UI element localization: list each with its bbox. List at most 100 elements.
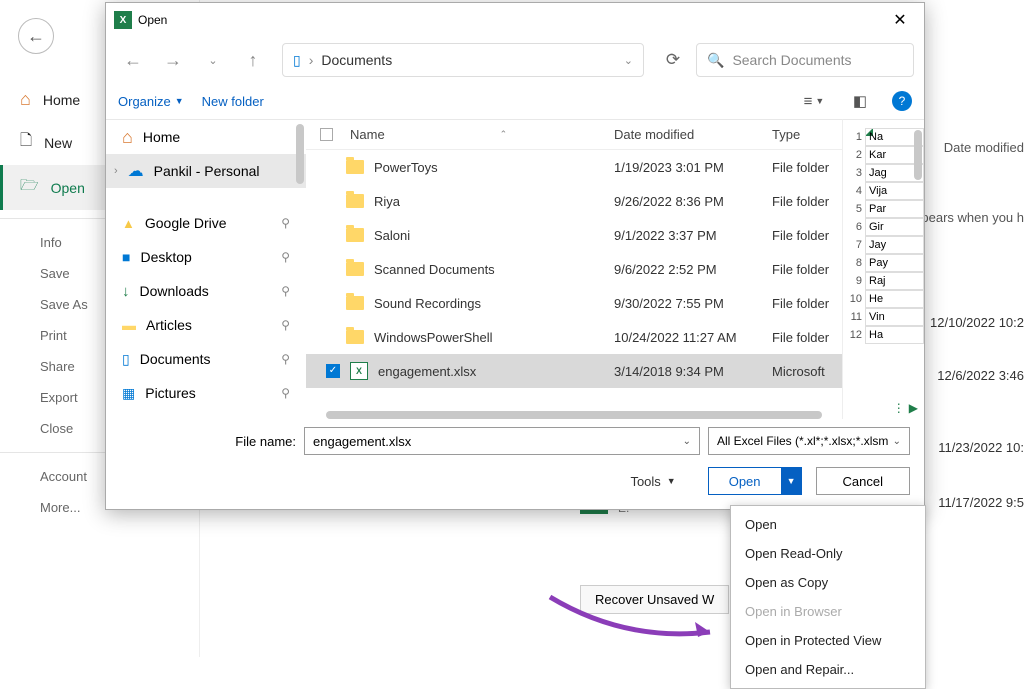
nav-history-button[interactable]: ⌄ (196, 43, 230, 77)
help-button[interactable]: ? (892, 91, 912, 111)
dialog-close-button[interactable]: ✕ (884, 6, 916, 34)
column-name[interactable]: Name⌃ (346, 127, 614, 142)
menu-open-protected[interactable]: Open in Protected View (731, 626, 925, 655)
filename-label: File name: (120, 434, 296, 449)
preview-row: 1Na (847, 128, 924, 146)
menu-open[interactable]: Open (731, 510, 925, 539)
preview-pane: 1Na2Kar3Jag4Vija5Par6Gir7Jay8Pay9Raj10He… (842, 119, 924, 419)
column-type[interactable]: Type (772, 127, 842, 142)
place-downloads[interactable]: Downloads⚲ (106, 274, 306, 308)
filename-dropdown-icon[interactable]: ⌄ (683, 436, 691, 447)
folder-icon (346, 330, 364, 344)
column-date[interactable]: Date modified (614, 127, 772, 142)
search-placeholder: Search Documents (732, 52, 851, 68)
back-button[interactable]: ← (18, 18, 54, 54)
home-icon (20, 89, 31, 110)
filetype-filter[interactable]: All Excel Files (*.xl*;*.xlsx;*.xlsm;⌄ (708, 427, 910, 455)
organize-button[interactable]: Organize ▼ (118, 94, 184, 109)
preview-row: 2Kar (847, 146, 924, 164)
recent-date-1: 12/6/2022 3:46 (937, 368, 1024, 383)
cloud-icon (128, 161, 144, 181)
place-documents[interactable]: Documents⚲ (106, 342, 306, 376)
open-dropdown-menu: OpenOpen Read-OnlyOpen as CopyOpen in Br… (730, 505, 926, 689)
pin-icon[interactable]: ⚲ (281, 386, 290, 400)
preview-row: 11Vin (847, 308, 924, 326)
new-folder-button[interactable]: New folder (202, 94, 264, 109)
place-home[interactable]: Home (106, 120, 306, 154)
pin-icon[interactable]: ⚲ (281, 284, 290, 298)
xlsx-icon (350, 362, 368, 380)
search-icon: 🔍 (707, 52, 724, 69)
dl-icon (122, 283, 130, 300)
recent-date-2: 11/23/2022 10: (938, 440, 1024, 455)
file-row[interactable]: Riya9/26/2022 8:36 PMFile folder (306, 184, 842, 218)
hint-text: pears when you h (921, 210, 1024, 225)
search-input[interactable]: 🔍 Search Documents (696, 43, 914, 77)
dialog-bottom: File name: engagement.xlsx⌄ All Excel Fi… (106, 419, 924, 509)
file-list-header: Name⌃ Date modified Type (306, 120, 842, 150)
nav-forward-button[interactable]: → (156, 43, 190, 77)
place-pictures[interactable]: Pictures⚲ (106, 376, 306, 410)
filename-input[interactable]: engagement.xlsx⌄ (304, 427, 700, 455)
refresh-button[interactable]: ⟳ (656, 50, 690, 70)
dialog-titlebar: X Open ✕ (106, 3, 924, 37)
file-row[interactable]: Saloni9/1/2022 3:37 PMFile folder (306, 218, 842, 252)
place-onedrive[interactable]: ›Pankil - Personal (106, 154, 306, 188)
nav-up-button[interactable]: ↑ (236, 43, 270, 77)
excel-icon: X (114, 11, 132, 29)
file-row[interactable]: PowerToys1/19/2023 3:01 PMFile folder (306, 150, 842, 184)
recover-unsaved-button[interactable]: Recover Unsaved W (580, 585, 729, 614)
dialog-nav: ← → ⌄ ↑ ▯ › Documents ⌄ ⟳ 🔍 Search Docum… (106, 37, 924, 83)
filter-dropdown-icon[interactable]: ⌄ (893, 436, 901, 447)
file-row[interactable]: Sound Recordings9/30/2022 7:55 PMFile fo… (306, 286, 842, 320)
preview-vscrollbar[interactable] (914, 130, 922, 180)
drive-icon (122, 215, 135, 231)
places-scrollbar[interactable] (296, 124, 304, 184)
file-checkbox[interactable] (326, 364, 340, 378)
chevron-down-icon[interactable]: ⌄ (624, 54, 633, 67)
open-dropdown-button[interactable]: ▼ (781, 468, 801, 494)
file-row[interactable]: WindowsPowerShell10/24/2022 11:27 AMFile… (306, 320, 842, 354)
preview-pane-button[interactable]: ◧ (846, 87, 874, 115)
folder-icon (346, 228, 364, 242)
folder-icon (346, 160, 364, 174)
place-desktop[interactable]: Desktop⚲ (106, 240, 306, 274)
place-gdrive[interactable]: Google Drive⚲ (106, 206, 306, 240)
folder-open-icon (20, 175, 39, 200)
pin-icon[interactable]: ⚲ (281, 352, 290, 366)
place-articles[interactable]: Articles⚲ (106, 308, 306, 342)
view-list-button[interactable]: ≡ ▼ (800, 87, 828, 115)
menu-open-repair[interactable]: Open and Repair... (731, 655, 925, 684)
preview-row: 9Raj (847, 272, 924, 290)
recent-file-date: 11/17/2022 9:5 (938, 495, 1024, 510)
file-row[interactable]: engagement.xlsx3/14/2018 9:34 PMMicrosof… (306, 354, 842, 388)
tools-button[interactable]: Tools▼ (630, 474, 675, 489)
preview-row: 10He (847, 290, 924, 308)
pin-icon[interactable]: ⚲ (281, 318, 290, 332)
cancel-button[interactable]: Cancel (816, 467, 910, 495)
preview-row: 7Jay (847, 236, 924, 254)
menu-open-readonly[interactable]: Open Read-Only (731, 539, 925, 568)
select-all-checkbox[interactable] (320, 128, 333, 141)
dialog-toolbar: Organize ▼ New folder ≡ ▼ ◧ ? (106, 83, 924, 119)
dialog-title: Open (138, 13, 878, 27)
doc-icon (122, 351, 130, 368)
open-button[interactable]: Open (709, 474, 781, 489)
preview-row: 5Par (847, 200, 924, 218)
recent-date-0: 12/10/2022 10:2 (930, 315, 1024, 330)
nav-back-button[interactable]: ← (116, 43, 150, 77)
menu-open-copy[interactable]: Open as Copy (731, 568, 925, 597)
file-list: Name⌃ Date modified Type PowerToys1/19/2… (306, 119, 842, 419)
breadcrumb[interactable]: ▯ › Documents ⌄ (282, 43, 644, 77)
pin-icon[interactable]: ⚲ (281, 216, 290, 230)
preview-sheet-nav[interactable]: ⋮▶ (893, 401, 918, 415)
open-split-button[interactable]: Open ▼ (708, 467, 802, 495)
preview-row: 6Gir (847, 218, 924, 236)
file-row[interactable]: Scanned Documents9/6/2022 2:52 PMFile fo… (306, 252, 842, 286)
pin-icon[interactable]: ⚲ (281, 250, 290, 264)
preview-row: 12Ha (847, 326, 924, 344)
places-sidebar: Home›Pankil - Personal Google Drive⚲Deskt… (106, 119, 306, 419)
column-date-modified: Date modified (944, 140, 1024, 155)
fold-icon (122, 317, 136, 333)
file-list-hscrollbar[interactable] (326, 411, 822, 419)
